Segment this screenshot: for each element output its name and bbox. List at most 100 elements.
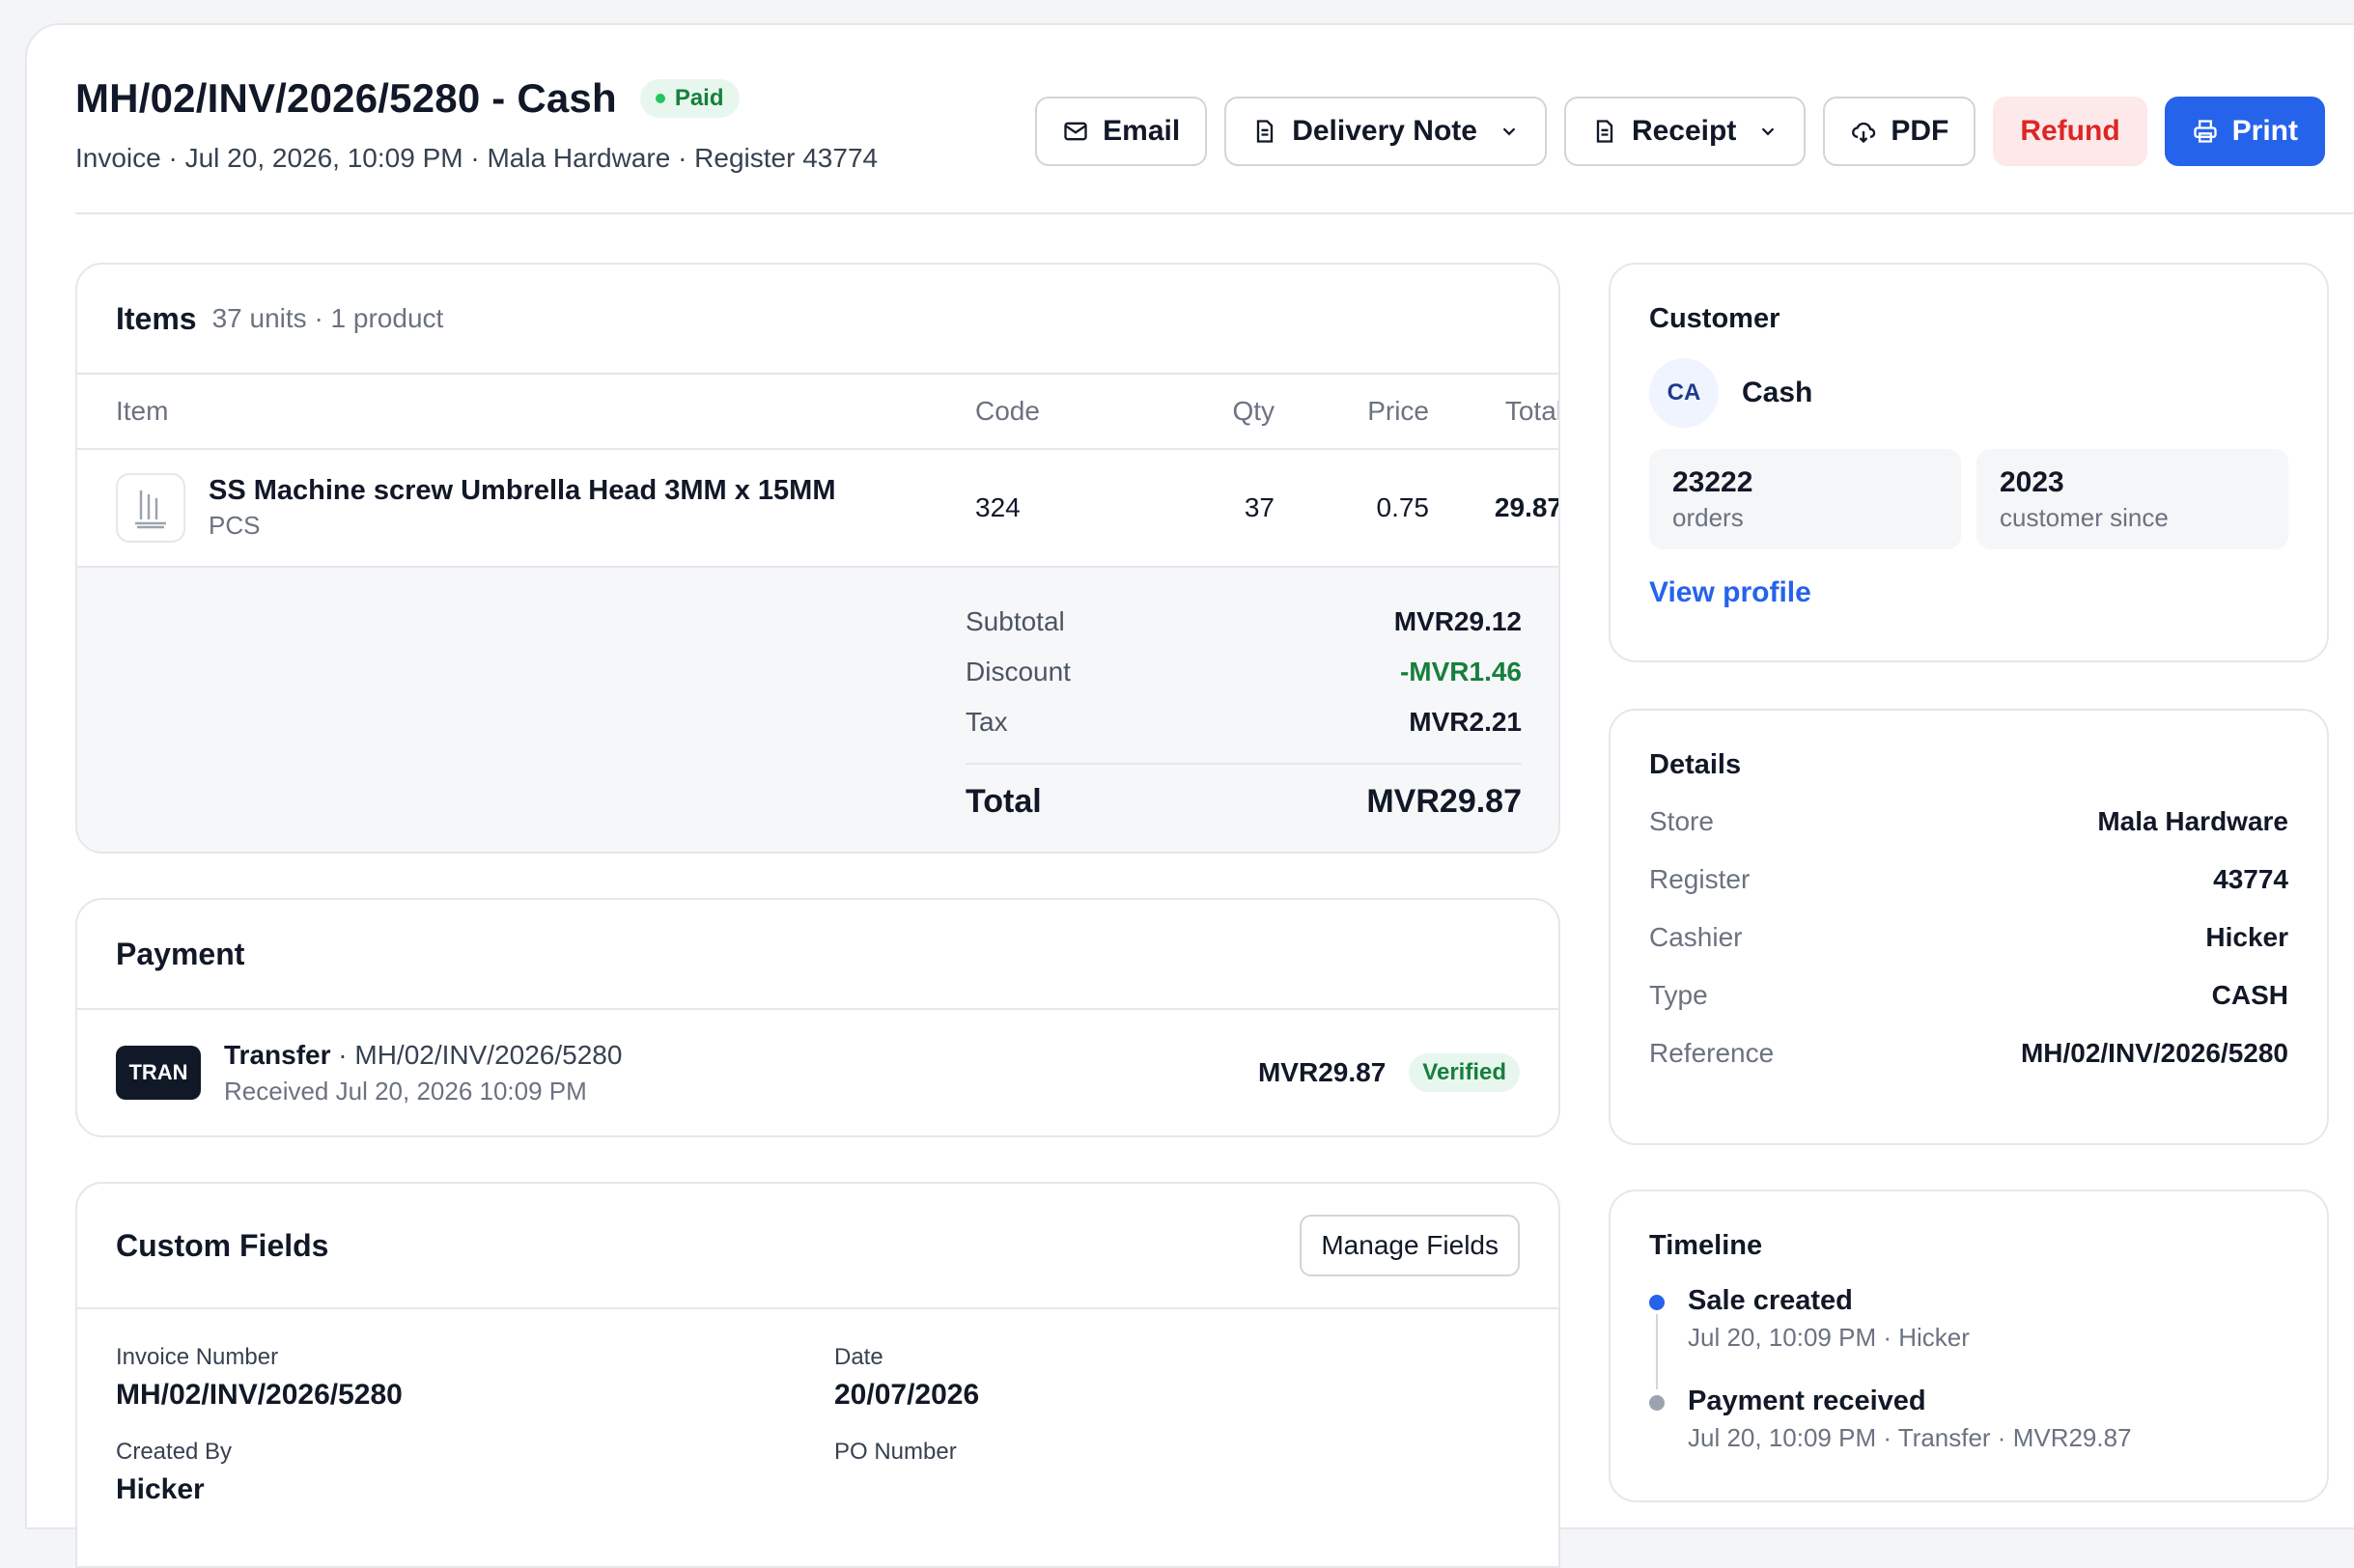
avatar: CA: [1649, 358, 1719, 428]
timeline-connector: [1656, 1314, 1658, 1389]
timeline-event-title: Payment received: [1688, 1386, 1926, 1416]
orders-stat: 23222 orders: [1649, 449, 1961, 549]
detail-key: Type: [1649, 980, 1708, 1010]
verified-badge: Verified: [1409, 1053, 1520, 1092]
customer-since-year: 2023: [2000, 466, 2064, 498]
totals-divider: [966, 763, 1522, 765]
timeline-event-title: Sale created: [1688, 1285, 1853, 1316]
detail-key: Cashier: [1649, 922, 1743, 952]
items-summary: 37 units · 1 product: [211, 303, 444, 333]
custom-field-label: PO Number: [834, 1439, 957, 1465]
payment-row[interactable]: TRAN Transfer · MH/02/INV/2026/5280 Rece…: [77, 1010, 1558, 1135]
custom-field-value: MH/02/INV/2026/5280: [116, 1379, 403, 1411]
product-total: 29.87: [1494, 492, 1560, 522]
custom-field-date: Date 20/07/2026: [834, 1344, 1510, 1412]
custom-field-label: Created By: [116, 1439, 233, 1465]
column-header-code: Code: [975, 396, 1040, 426]
refund-button[interactable]: Refund: [1993, 97, 2147, 166]
custom-field-label: Date: [834, 1344, 883, 1370]
document-icon: [1596, 120, 1613, 143]
timeline-dot: [1649, 1295, 1665, 1310]
delivery-note-button-label: Delivery Note: [1292, 115, 1477, 147]
items-table-header: Item Code Qty Price Total: [77, 375, 1558, 450]
print-button-label: Print: [2231, 115, 2298, 147]
custom-field-invoice-number: Invoice Number MH/02/INV/2026/5280: [116, 1344, 834, 1412]
column-header-price: Price: [1367, 396, 1429, 426]
customer-since-stat: 2023 customer since: [1976, 449, 2288, 549]
chevron-down-icon: [1762, 127, 1775, 136]
custom-fields-title: Custom Fields: [116, 1227, 329, 1263]
detail-row-reference: Reference MH/02/INV/2026/5280: [1649, 1024, 2288, 1082]
table-row[interactable]: SS Machine screw Umbrella Head 3MM x 15M…: [77, 450, 1558, 566]
timeline-card: Timeline Sale created Jul 20, 10:09 PM ·…: [1609, 1190, 2329, 1502]
custom-fields-card: Custom Fields Manage Fields Invoice Numb…: [75, 1182, 1560, 1568]
column-header-item: Item: [116, 396, 169, 426]
view-profile-link[interactable]: View profile: [1649, 576, 1811, 609]
customer-title: Customer: [1649, 303, 1780, 334]
pdf-button[interactable]: PDF: [1823, 97, 1976, 166]
detail-value: Mala Hardware: [2097, 806, 2288, 836]
action-toolbar: Email Delivery Note Receipt PDF Refund P…: [1035, 97, 2325, 166]
timeline-event-meta: Jul 20, 10:09 PM · Hicker: [1688, 1323, 1970, 1352]
tax-value: MVR2.21: [1409, 707, 1522, 737]
payment-method: Transfer: [224, 1039, 331, 1070]
custom-field-label: Invoice Number: [116, 1344, 279, 1370]
timeline-event: Payment received Jul 20, 10:09 PM · Tran…: [1649, 1386, 2288, 1486]
print-button[interactable]: Print: [2164, 97, 2325, 166]
details-card: Details Store Mala Hardware Register 43774…: [1609, 709, 2329, 1145]
timeline-event-meta: Jul 20, 10:09 PM · Transfer · MVR29.87: [1688, 1423, 2132, 1452]
detail-row-cashier: Cashier Hicker: [1649, 909, 2288, 966]
detail-key: Register: [1649, 864, 1751, 894]
receipt-button-label: Receipt: [1631, 115, 1737, 147]
payment-received: Received Jul 20, 2026 10:09 PM: [224, 1076, 587, 1106]
payment-card: Payment TRAN Transfer · MH/02/INV/2026/5…: [75, 898, 1560, 1137]
detail-key: Store: [1649, 806, 1714, 836]
detail-row-store: Store Mala Hardware: [1649, 793, 2288, 851]
receipt-button[interactable]: Receipt: [1563, 97, 1807, 166]
detail-value: CASH: [2211, 980, 2288, 1010]
delivery-note-button[interactable]: Delivery Note: [1224, 97, 1547, 166]
payment-amount: MVR29.87: [1257, 1057, 1387, 1087]
printer-icon: [2193, 120, 2217, 143]
detail-value: 43774: [2213, 864, 2288, 894]
mail-icon: [1064, 122, 1087, 141]
detail-key: Reference: [1649, 1038, 1775, 1068]
pdf-button-label: PDF: [1891, 115, 1949, 147]
detail-value: Hicker: [2205, 922, 2288, 952]
tax-label: Tax: [966, 707, 1008, 737]
product-code: 324: [975, 492, 1021, 522]
total-value: MVR29.87: [1366, 782, 1522, 820]
screw-icon: [135, 490, 166, 529]
column-header-qty: Qty: [1232, 396, 1275, 426]
manage-fields-button[interactable]: Manage Fields: [1300, 1215, 1520, 1276]
chevron-down-icon: [1502, 127, 1516, 136]
items-title: Items: [116, 300, 197, 336]
orders-count: 23222: [1672, 466, 1753, 498]
detail-row-type: Type CASH: [1649, 966, 2288, 1024]
customer-card: Customer CA Cash 23222 orders 2023 custo…: [1609, 263, 2329, 662]
payment-method-badge: TRAN: [116, 1046, 201, 1100]
timeline-event: Sale created Jul 20, 10:09 PM · Hicker: [1649, 1285, 2288, 1389]
product-unit: PCS: [209, 511, 261, 540]
product-qty: 37: [1244, 492, 1275, 522]
document-icon: [1257, 120, 1274, 143]
status-badge-label: Paid: [674, 85, 724, 111]
items-card: Items 37 units · 1 product Item Code Qty…: [75, 263, 1560, 854]
discount-label: Discount: [966, 657, 1071, 686]
header-divider: [75, 212, 2354, 214]
custom-field-value: Hicker: [116, 1473, 205, 1505]
totals-section: Subtotal MVR29.12 Discount -MVR1.46 Tax MVR…: [77, 566, 1558, 852]
discount-value: -MVR1.46: [1399, 657, 1522, 686]
timeline-dot: [1649, 1395, 1665, 1411]
timeline-title: Timeline: [1649, 1230, 1763, 1261]
custom-field-value: 20/07/2026: [834, 1379, 980, 1411]
subtotal-value: MVR29.12: [1393, 606, 1522, 636]
column-header-total: Total: [1504, 396, 1560, 426]
product-thumbnail: [116, 473, 185, 543]
custom-field-created-by: Created By Hicker: [116, 1439, 834, 1506]
email-button-label: Email: [1103, 115, 1181, 147]
custom-field-po-number: PO Number: [834, 1439, 1510, 1506]
email-button[interactable]: Email: [1035, 97, 1208, 166]
invoice-page: MH/02/INV/2026/5280 - Cash Paid Invoice …: [25, 23, 2354, 1568]
cloud-download-icon: [1852, 122, 1876, 144]
